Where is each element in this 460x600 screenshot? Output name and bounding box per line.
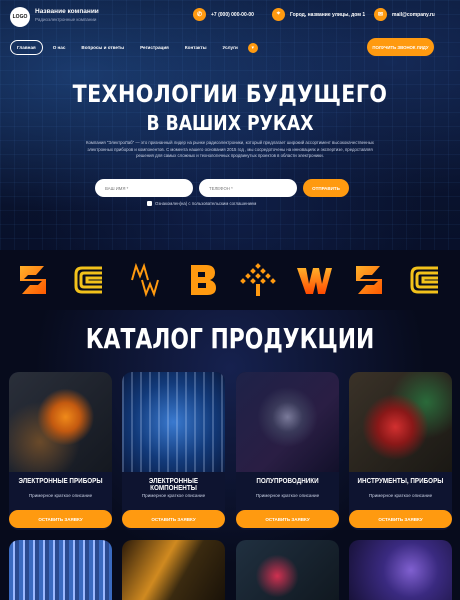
address-contact: ⌖ Город, название улицы, дом 1 [272, 8, 365, 21]
hero-lead-text: Компания "ЭлектроЛаб" — это признанный л… [86, 140, 374, 158]
nav-item-home[interactable]: Главная [10, 40, 43, 55]
company-description: Радиоэлектронные компании [35, 17, 97, 22]
product-description: Примерное краткое описание [141, 493, 206, 498]
chevron-down-icon[interactable]: ▾ [247, 42, 258, 53]
location-icon: ⌖ [272, 8, 285, 21]
product-image [236, 372, 339, 472]
brand-s-icon [356, 266, 382, 294]
brand-c-icon [410, 266, 438, 294]
product-card[interactable]: ЭЛЕКТРОННЫЕ ПРИБОРЫ Примерное краткое оп… [9, 372, 112, 530]
nav-item-contacts[interactable]: Контакты [179, 41, 213, 54]
product-description: Примерное краткое описание [368, 493, 433, 498]
checkbox-icon[interactable] [147, 201, 152, 206]
product-card[interactable]: ИНСТРУМЕНТЫ, ПРИБОРЫ Примерное краткое о… [349, 372, 452, 530]
product-image [349, 372, 452, 472]
phone-text: +7 (000) 000-00-00 [211, 11, 254, 18]
top-bar: LOGO Название компании Радиоэлектронные … [0, 0, 460, 32]
phone-contact[interactable]: ✆ +7 (000) 000-00-00 [193, 8, 254, 21]
product-image [9, 372, 112, 472]
product-image [122, 372, 225, 472]
product-image [236, 540, 339, 600]
product-description: Примерное краткое описание [255, 493, 320, 498]
brand-s-icon [20, 266, 46, 294]
product-name: ИНСТРУМЕНТЫ, ПРИБОРЫ [357, 478, 444, 485]
request-button[interactable]: ОСТАВИТЬ ЗАЯВКУ [122, 510, 225, 528]
product-name: ПОЛУПРОВОДНИКИ [256, 478, 319, 485]
main-nav: Главная О нас Вопросы и ответы Регистрац… [10, 40, 258, 55]
mail-icon: ✉ [374, 8, 387, 21]
brand-b-icon [191, 265, 216, 295]
email-contact[interactable]: ✉ mail@company.ru [374, 8, 435, 21]
request-button[interactable]: ОСТАВИТЬ ЗАЯВКУ [236, 510, 339, 528]
product-card[interactable]: ЭЛЕКТРОННЫЕ КОМПОНЕНТЫ Примерное краткое… [122, 372, 225, 530]
logo[interactable]: LOGO [10, 7, 30, 27]
hero-subtitle: В ВАШИХ РУКАХ [146, 111, 314, 135]
product-image [349, 540, 452, 600]
brand-mw-icon [131, 262, 159, 298]
agreement-checkbox[interactable]: Ознакомлен(на) с пользовательским соглаш… [147, 201, 256, 206]
nav-item-services[interactable]: Услуги [217, 41, 244, 54]
product-card[interactable]: ПОЛУПРОВОДНИКИ Примерное краткое описани… [236, 372, 339, 530]
brand-w-icon [297, 268, 332, 294]
phone-input[interactable]: ТЕЛЕФОН * [199, 179, 297, 197]
catalog-title: КАТАЛОГ ПРОДУКЦИИ [85, 322, 375, 355]
product-image [122, 540, 225, 600]
phone-icon: ✆ [193, 8, 206, 21]
send-button[interactable]: ОТПРАВИТЬ [303, 179, 349, 197]
address-text: Город, название улицы, дом 1 [290, 11, 366, 18]
request-button[interactable]: ОСТАВИТЬ ЗАЯВКУ [349, 510, 452, 528]
product-name: ЭЛЕКТРОННЫЕ ПРИБОРЫ [18, 478, 103, 485]
product-description: Примерное краткое описание [28, 493, 93, 498]
nav-item-registration[interactable]: Регистрация [134, 41, 175, 54]
brand-c-icon [74, 266, 102, 294]
brand-strip [0, 250, 460, 310]
agreement-label: Ознакомлен(на) с пользовательским соглаш… [155, 201, 257, 206]
product-image [9, 540, 112, 600]
name-input[interactable]: ВАШ ИМЯ * [95, 179, 193, 197]
product-name: ЭЛЕКТРОННЫЕ КОМПОНЕНТЫ [148, 478, 199, 492]
nav-item-faq[interactable]: Вопросы и ответы [75, 41, 130, 54]
call-request-button[interactable]: ПОЛУЧИТЬ ЗВОНОК ЛИДУ [367, 38, 434, 56]
nav-item-about[interactable]: О нас [47, 41, 72, 54]
request-button[interactable]: ОСТАВИТЬ ЗАЯВКУ [9, 510, 112, 528]
brand-tree-icon [240, 263, 276, 296]
email-text: mail@company.ru [392, 11, 435, 18]
company-name: Название компании [35, 8, 99, 15]
hero-title: ТЕХНОЛОГИИ БУДУЩЕГО [72, 80, 388, 108]
